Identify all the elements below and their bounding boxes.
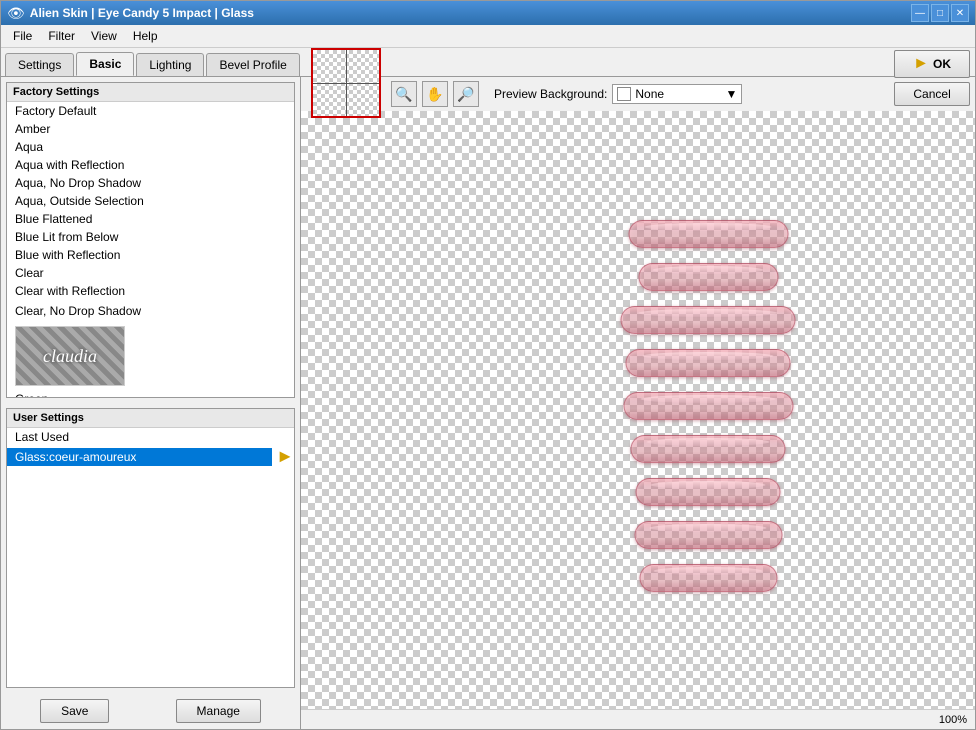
preview-bg-value: None [635, 87, 664, 101]
menu-help[interactable]: Help [125, 27, 166, 45]
menu-file[interactable]: File [5, 27, 40, 45]
left-panel-inner: Factory Settings Factory Default Amber A… [1, 77, 300, 729]
glass-shape [626, 349, 791, 377]
left-panel: Factory Settings Factory Default Amber A… [1, 77, 301, 729]
user-settings-list[interactable]: Last Used Glass:coeur-amoureux ► [7, 428, 294, 687]
user-list-item-glass[interactable]: Glass:coeur-amoureux ► [7, 446, 294, 467]
canvas-area [301, 111, 975, 709]
user-settings-section: User Settings Last Used Glass:coeur-amou… [6, 408, 295, 688]
glass-shape [621, 306, 796, 334]
menu-bar: File Filter View Help [1, 25, 975, 48]
tabs-area: Settings Basic Lighting Bevel Profile [1, 48, 306, 76]
arrow-pointer-icon: ► [276, 446, 294, 467]
tab-settings[interactable]: Settings [5, 53, 74, 76]
bg-color-swatch [617, 87, 631, 101]
zoom-in-button[interactable]: 🔍 [391, 81, 417, 107]
tab-bevel-profile[interactable]: Bevel Profile [206, 53, 299, 76]
glass-shape [634, 521, 782, 549]
list-item[interactable]: Aqua, No Drop Shadow [7, 174, 294, 192]
list-item[interactable]: Clear, No Drop Shadow [7, 302, 294, 320]
right-panel: 🔍 ✋ 🔎 Preview Background: None ▼ [301, 77, 975, 729]
glass-shapes-container [621, 220, 796, 600]
list-item[interactable]: Blue Lit from Below [7, 228, 294, 246]
close-button[interactable]: ✕ [951, 4, 969, 22]
selected-preset-label[interactable]: Glass:coeur-amoureux [7, 448, 272, 466]
pan-button[interactable]: ✋ [422, 81, 448, 107]
tab-basic[interactable]: Basic [76, 52, 134, 76]
list-item[interactable]: Blue Flattened [7, 210, 294, 228]
app-icon: 👁 [7, 5, 25, 22]
glass-shape [631, 435, 786, 463]
cancel-button[interactable]: Cancel [894, 82, 970, 106]
main-window: 👁 Alien Skin | Eye Candy 5 Impact | Glas… [0, 0, 976, 730]
zoom-fit-button[interactable]: 🔎 [453, 81, 479, 107]
list-item[interactable]: Amber [7, 120, 294, 138]
claudia-label: claudia [43, 346, 97, 367]
glass-shape [639, 564, 777, 592]
bottom-buttons: Save Manage [1, 693, 300, 729]
list-item[interactable]: Factory Default [7, 102, 294, 120]
main-content: Factory Settings Factory Default Amber A… [1, 76, 975, 729]
preview-thumbnail [311, 48, 381, 118]
manage-button[interactable]: Manage [176, 699, 261, 723]
list-item[interactable]: Aqua, Outside Selection [7, 192, 294, 210]
tab-lighting[interactable]: Lighting [136, 53, 204, 76]
list-item[interactable]: Green [7, 390, 294, 397]
maximize-button[interactable]: □ [931, 4, 949, 22]
user-list-item-last-used[interactable]: Last Used [7, 428, 294, 446]
menu-view[interactable]: View [83, 27, 125, 45]
hand-icon: ✋ [426, 86, 443, 103]
user-settings-header: User Settings [7, 409, 294, 428]
preview-bg-label: Preview Background: [494, 87, 607, 101]
minimize-button[interactable]: — [911, 4, 929, 22]
glass-shape [638, 263, 778, 291]
zoom-in-icon: 🔍 [395, 86, 412, 103]
preview-bg-selector[interactable]: None ▼ [612, 84, 742, 104]
menu-filter[interactable]: Filter [40, 27, 83, 45]
magnify-icon: 🔎 [457, 86, 474, 103]
zoom-level: 100% [939, 714, 967, 726]
factory-settings-section: Factory Settings Factory Default Amber A… [6, 82, 295, 398]
factory-settings-list[interactable]: Factory Default Amber Aqua Aqua with Ref… [7, 102, 294, 397]
ok-button[interactable]: ► OK [894, 50, 970, 78]
title-bar-left: 👁 Alien Skin | Eye Candy 5 Impact | Glas… [7, 5, 254, 22]
status-bar: 100% [301, 709, 975, 729]
ok-cancel-panel: ► OK Cancel [894, 50, 970, 106]
factory-settings-header: Factory Settings [7, 83, 294, 102]
list-item[interactable]: Aqua [7, 138, 294, 156]
dropdown-chevron-icon: ▼ [726, 87, 738, 101]
title-buttons: — □ ✕ [911, 4, 969, 22]
top-toolbar: 🔍 ✋ 🔎 Preview Background: None ▼ [301, 77, 975, 111]
glass-shape [636, 478, 781, 506]
save-button[interactable]: Save [40, 699, 109, 723]
window-title: Alien Skin | Eye Candy 5 Impact | Glass [30, 6, 254, 20]
claudia-preview: claudia [15, 326, 125, 386]
glass-shape [623, 392, 793, 420]
glass-shape [628, 220, 788, 248]
list-item[interactable]: Clear [7, 264, 294, 282]
list-item[interactable]: Aqua with Reflection [7, 156, 294, 174]
ok-label: OK [933, 57, 951, 71]
list-item[interactable]: Blue with Reflection [7, 246, 294, 264]
list-item[interactable]: Clear with Reflection [7, 282, 294, 300]
ok-arrow-icon: ► [913, 55, 929, 73]
title-bar: 👁 Alien Skin | Eye Candy 5 Impact | Glas… [1, 1, 975, 25]
